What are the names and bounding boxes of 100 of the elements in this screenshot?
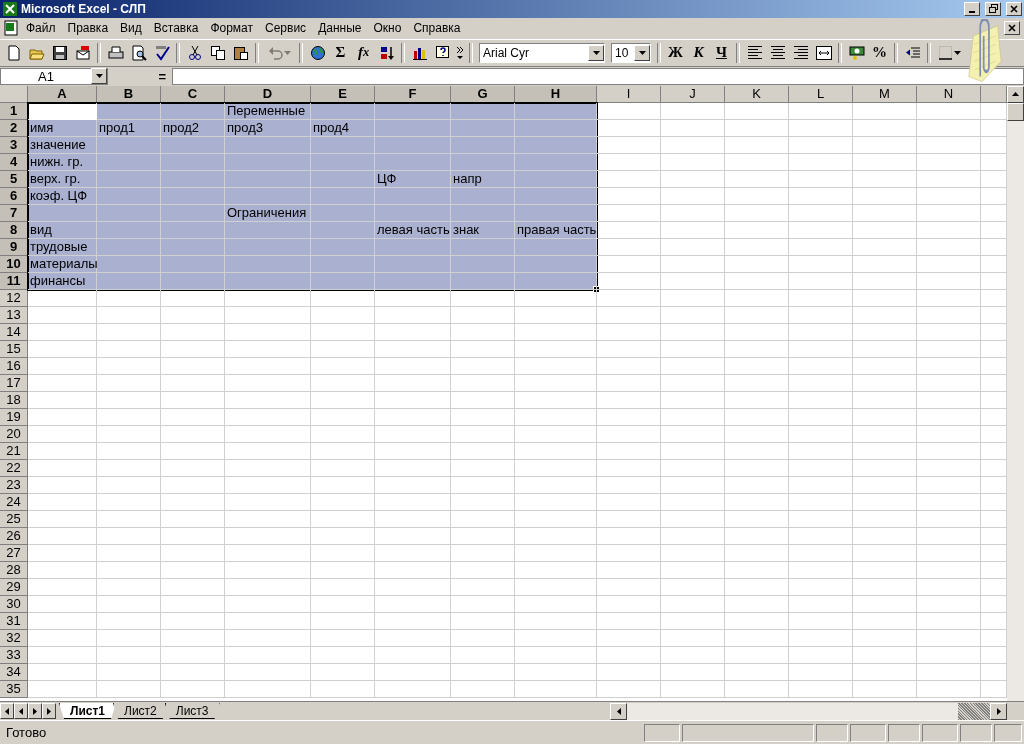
percent-button[interactable]: % xyxy=(868,41,891,64)
menu-item[interactable]: Вид xyxy=(114,19,148,38)
table-cell-text: левая часть xyxy=(376,221,451,239)
dropdown-button[interactable] xyxy=(588,44,604,61)
close-icon xyxy=(1008,24,1016,33)
column-header[interactable]: G xyxy=(451,85,515,103)
dropdown-button[interactable] xyxy=(91,68,107,85)
menu-item[interactable]: Файл xyxy=(20,19,62,38)
right-arrow-icon xyxy=(996,707,1001,715)
right-arrow-icon xyxy=(33,707,37,715)
menu-item[interactable]: Формат xyxy=(204,19,260,38)
menu-item[interactable]: Окно xyxy=(367,19,408,38)
sheet-tab[interactable]: Лист1 xyxy=(59,703,117,720)
save-icon xyxy=(51,44,68,61)
column-header[interactable]: C xyxy=(161,85,225,103)
menu-item[interactable]: Сервис xyxy=(259,19,313,38)
scissors-icon xyxy=(186,44,203,61)
column-header[interactable]: L xyxy=(789,85,853,103)
name-box[interactable]: A1 xyxy=(0,67,108,85)
scroll-thumb[interactable] xyxy=(958,702,990,720)
workbook-icon xyxy=(4,20,20,37)
sheet-nav-button[interactable] xyxy=(0,703,14,720)
caret-icon xyxy=(592,50,600,55)
table-cell-text: знак xyxy=(452,221,481,239)
status-panel xyxy=(922,723,958,742)
spreadsheet-logo-icon xyxy=(2,0,18,17)
italic-button[interactable]: К xyxy=(687,41,710,64)
restore-button[interactable] xyxy=(985,1,1001,16)
bold-button[interactable]: Ж xyxy=(664,41,687,64)
sheet-nav-button[interactable] xyxy=(14,703,28,720)
column-header[interactable]: F xyxy=(375,85,451,103)
formula-field[interactable] xyxy=(172,67,1024,85)
font-size-field[interactable]: 10 xyxy=(611,42,651,63)
align-right-icon xyxy=(792,44,809,61)
column-header[interactable]: K xyxy=(725,85,789,103)
horizontal-scrollbar[interactable] xyxy=(610,702,1007,720)
column-header[interactable]: D xyxy=(225,85,311,103)
sheet-nav-button[interactable] xyxy=(28,703,42,720)
scroll-left-button[interactable] xyxy=(610,702,627,720)
underline-button[interactable]: Ч xyxy=(710,41,733,64)
table-cell-text: верх. гр. xyxy=(29,170,82,188)
column-header[interactable]: H xyxy=(515,85,597,103)
table-cell-text: значение xyxy=(29,136,87,154)
minimize-button[interactable] xyxy=(964,1,980,16)
help-bubble-icon xyxy=(434,44,451,61)
caret-icon xyxy=(638,50,646,55)
status-panel xyxy=(644,723,680,742)
column-header[interactable]: M xyxy=(853,85,917,103)
table-cell-text: вид xyxy=(29,221,53,239)
column-header[interactable]: A xyxy=(28,85,97,103)
right-arrow-icon xyxy=(47,707,51,715)
column-header[interactable]: J xyxy=(661,85,725,103)
scroll-up-button[interactable] xyxy=(1007,85,1024,103)
column-header[interactable]: I xyxy=(597,85,661,103)
new-document-icon xyxy=(5,44,22,61)
column-header[interactable]: N xyxy=(917,85,981,103)
select-all-button[interactable] xyxy=(0,85,28,103)
sort-icon xyxy=(378,44,395,61)
vertical-scrollbar[interactable] xyxy=(1007,85,1024,702)
align-center-icon xyxy=(769,44,786,61)
sheet-tab[interactable]: Лист3 xyxy=(164,703,220,720)
table-cell-text: напр xyxy=(452,170,483,188)
menu-item[interactable]: Справка xyxy=(407,19,467,38)
envelope-icon xyxy=(74,44,91,61)
globe-icon xyxy=(309,44,326,61)
table-cell-text: ЦФ xyxy=(376,170,398,188)
menu-item[interactable]: Вставка xyxy=(147,19,205,38)
borders-icon xyxy=(937,44,954,61)
fill-handle[interactable] xyxy=(593,285,600,293)
close-button[interactable] xyxy=(1006,1,1022,16)
magnifier-page-icon xyxy=(130,44,147,61)
table-cell-text: трудовые xyxy=(29,238,89,256)
sheet-nav-button[interactable] xyxy=(42,703,56,720)
chevron-icon xyxy=(456,45,464,60)
caret-icon xyxy=(953,50,961,55)
left-arrow-icon xyxy=(5,707,9,715)
menu-item[interactable]: Данные xyxy=(312,19,368,38)
align-left-icon xyxy=(746,44,763,61)
paperclip-note-drawing[interactable] xyxy=(968,19,1002,85)
table-cell-text: нижн. гр. xyxy=(29,153,85,171)
column-header[interactable]: B xyxy=(97,85,161,103)
table-cell-text: Ограничения xyxy=(226,204,308,222)
decrease-indent-icon xyxy=(904,44,921,61)
workbook-close-button[interactable] xyxy=(1004,21,1020,36)
status-panel xyxy=(960,723,992,742)
dropdown-button[interactable] xyxy=(634,44,650,61)
clipboard-icon xyxy=(232,44,249,61)
column-header[interactable]: E xyxy=(311,85,375,103)
equals-sign: = xyxy=(157,68,167,84)
status-panel xyxy=(994,723,1022,742)
caret-icon xyxy=(95,74,103,79)
close-icon xyxy=(1010,4,1018,13)
menu-item[interactable]: Правка xyxy=(61,19,115,38)
currency-icon xyxy=(848,44,865,61)
table-cell-text: финансы xyxy=(29,272,87,290)
autosum-button[interactable]: Σ xyxy=(329,41,352,64)
status-panel xyxy=(850,723,886,742)
font-field[interactable]: Arial Cyr xyxy=(479,42,605,63)
scroll-right-button[interactable] xyxy=(990,702,1007,720)
minimize-icon xyxy=(969,10,975,13)
